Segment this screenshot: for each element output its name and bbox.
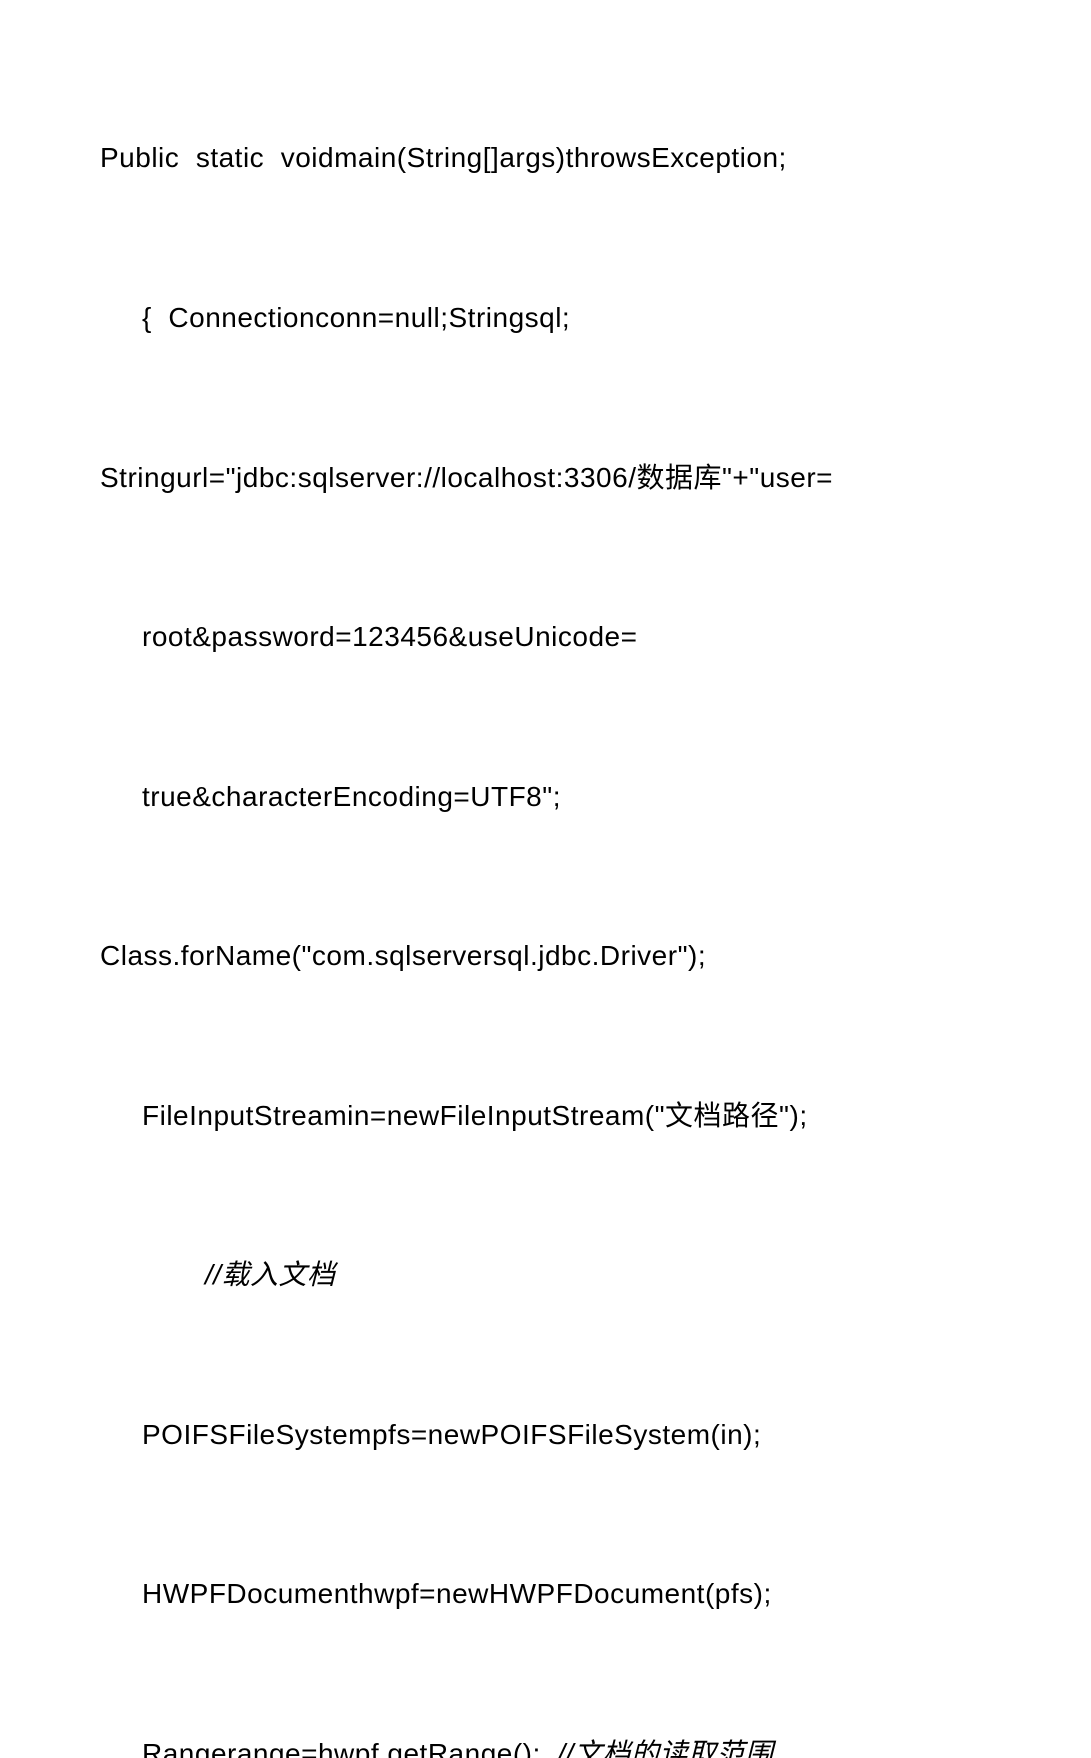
code-line: HWPFDocumenthwpf=newHWPFDocument(pfs);	[100, 1567, 1071, 1620]
code-line: Class.forName("com.sqlserversql.jdbc.Dri…	[100, 929, 1071, 982]
code-text: Rangerange=hwpf.getRange();	[142, 1738, 557, 1758]
code-snippet: Public static voidmain(String[]args)thro…	[100, 25, 1071, 1758]
code-line: Rangerange=hwpf.getRange(); //文档的读取范围	[100, 1727, 1071, 1758]
code-line: Stringurl="jdbc:sqlserver://localhost:33…	[100, 451, 1071, 504]
code-line: { Connectionconn=null;Stringsql;	[100, 291, 1071, 344]
code-line: true&characterEncoding=UTF8";	[100, 770, 1071, 823]
code-line: POIFSFileSystempfs=newPOIFSFileSystem(in…	[100, 1408, 1071, 1461]
code-line: FileInputStreamin=newFileInputStream("文档…	[100, 1089, 1071, 1142]
code-comment: //文档的读取范围	[557, 1738, 773, 1758]
code-line: Public static voidmain(String[]args)thro…	[100, 131, 1071, 184]
code-line: root&password=123456&useUnicode=	[100, 610, 1071, 663]
code-comment: //载入文档	[100, 1248, 1071, 1301]
